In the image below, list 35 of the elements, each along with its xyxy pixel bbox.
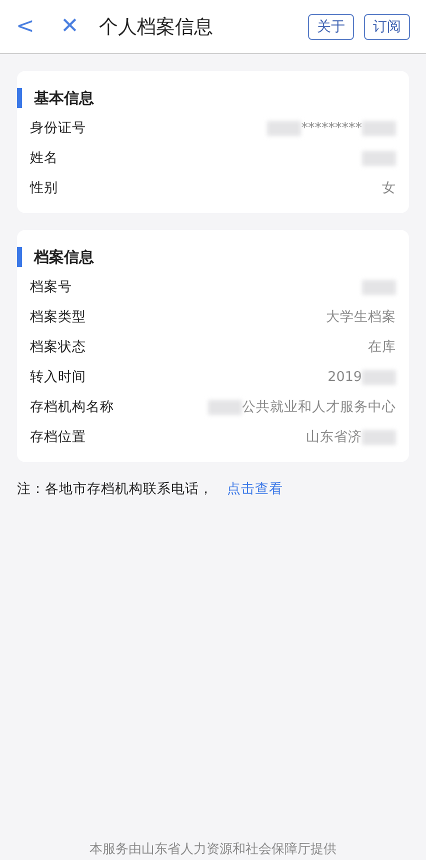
field-label: 转入时间	[30, 368, 86, 386]
section-title: 基本信息	[34, 88, 94, 108]
view-link[interactable]: 点击查看	[227, 480, 283, 498]
redaction-blur	[362, 370, 396, 384]
field-label: 存档位置	[30, 428, 86, 446]
field-value: 大学生档案	[326, 308, 396, 326]
close-button[interactable]: ✕	[54, 14, 85, 39]
back-button[interactable]: <	[10, 14, 40, 39]
field-value: *********	[301, 120, 362, 136]
field-label: 档案号	[30, 278, 72, 296]
redaction-blur	[362, 150, 396, 166]
field-label: 档案状态	[30, 338, 86, 356]
page-title: 个人档案信息	[98, 14, 214, 40]
redaction-blur	[362, 430, 396, 444]
section-title: 档案信息	[34, 248, 94, 266]
field-value: 在库	[368, 338, 396, 356]
note-text: 注：各地市存档机构联系电话，	[17, 480, 213, 498]
header-button[interactable]: 订阅	[364, 14, 410, 40]
section-marker	[17, 88, 22, 108]
header-button[interactable]: 关于	[308, 14, 354, 40]
field-value: 2019	[328, 369, 362, 385]
section-marker	[17, 247, 22, 267]
redaction-blur	[267, 120, 302, 136]
field-value: 女	[382, 179, 396, 197]
field-value: 山东省济	[306, 428, 362, 446]
field-label: 身份证号	[30, 119, 86, 137]
field-label: 姓名	[30, 149, 58, 167]
redaction-blur	[362, 280, 396, 294]
field-value: 公共就业和人才服务中心	[242, 398, 396, 416]
field-label: 存档机构名称	[30, 398, 114, 416]
field-label: 档案类型	[30, 308, 86, 326]
redaction-blur	[208, 400, 242, 414]
footer-text: 本服务由山东省人力资源和社会保障厅提供	[90, 842, 336, 857]
field-label: 性别	[30, 179, 58, 197]
redaction-blur	[362, 120, 396, 136]
